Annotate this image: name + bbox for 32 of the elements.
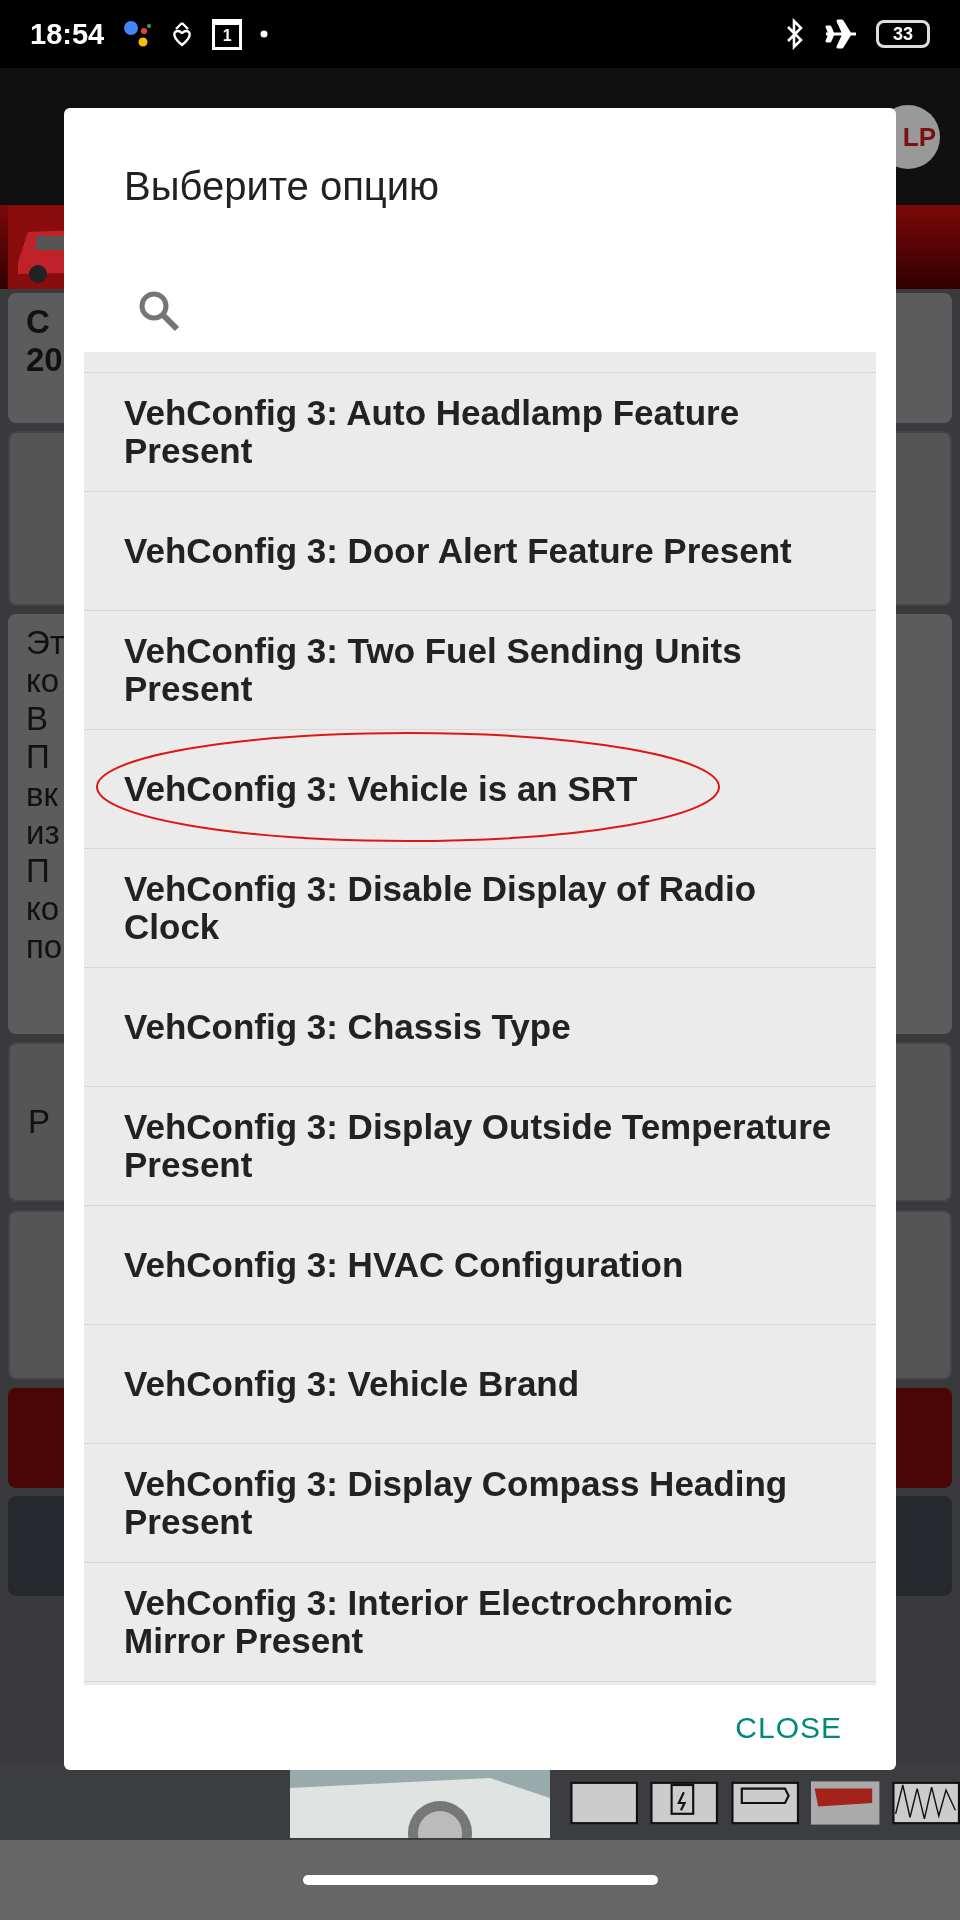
option-item[interactable]: VehConfig 3: Vehicle Brand xyxy=(84,1325,876,1444)
panel-text: по xyxy=(26,928,63,966)
calendar-icon: 1 xyxy=(212,18,243,50)
panel-text: П xyxy=(26,738,50,776)
option-item[interactable]: VehConfig 3: HVAC Configuration xyxy=(84,1206,876,1325)
status-time: 18:54 xyxy=(30,17,105,51)
option-item[interactable]: VehConfig 3: Chassis Type xyxy=(84,968,876,1087)
panel-text: ко xyxy=(26,890,60,928)
option-item[interactable]: VehConfig 3: Display Compass Heading Present xyxy=(84,1444,876,1563)
option-item[interactable]: VehConfig 3: Interior Electrochromic Mirror Present xyxy=(84,1563,876,1682)
option-item[interactable]: VehConfig 3: Disable Display of Radio Clock xyxy=(84,849,876,968)
notification-dot-icon xyxy=(260,30,269,38)
panel-text: П xyxy=(26,852,50,890)
option-item[interactable]: VehConfig 3: Two Fuel Sending Units Present xyxy=(84,611,876,730)
panel-text: вк xyxy=(26,776,58,814)
airplane-icon xyxy=(824,19,858,49)
panel-text: С xyxy=(26,303,50,341)
option-item[interactable]: VehConfig 3: Display Outside Temperature Present xyxy=(84,1087,876,1206)
panel-text: из xyxy=(26,814,60,852)
panel-text: Эт xyxy=(26,624,65,662)
dialog-title: Выберите опцию xyxy=(123,163,441,210)
option-item[interactable]: VehConfig 3: Vehicle is an SRT xyxy=(84,730,876,849)
panel-text: В xyxy=(26,700,48,738)
panel-text: 20 xyxy=(26,341,63,379)
option-item[interactable]: VehConfig 3: Door Alert Feature Present xyxy=(84,492,876,611)
panel-text: ко xyxy=(26,662,60,700)
battery-icon: 33 xyxy=(876,20,930,48)
assistant-icon xyxy=(122,19,153,49)
close-button[interactable]: CLOSE xyxy=(721,1702,856,1753)
option-item[interactable]: VehConfig 3: Auto Headlamp Feature Present xyxy=(84,373,876,492)
panel-text: Р xyxy=(28,1103,50,1141)
home-handle[interactable] xyxy=(302,1875,658,1885)
